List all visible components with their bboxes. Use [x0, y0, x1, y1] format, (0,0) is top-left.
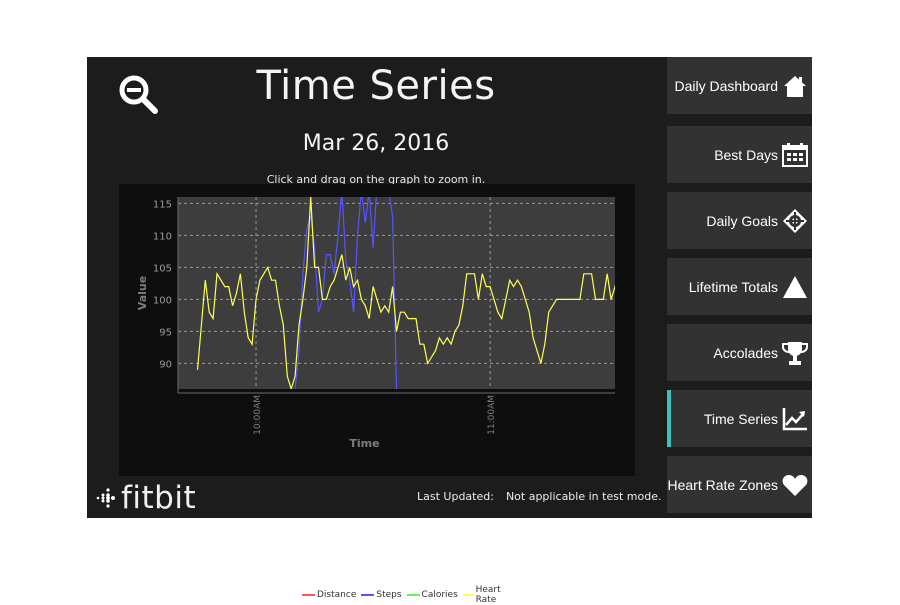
- x-tick-label: 11:00AM: [487, 395, 497, 435]
- y-tick-label: 115: [153, 199, 172, 210]
- nav-time-series[interactable]: Time Series: [667, 390, 812, 447]
- heart-icon: [782, 472, 808, 498]
- legend-swatch: [361, 593, 375, 596]
- legend-label: Distance: [317, 589, 357, 600]
- nav-best-days[interactable]: Best Days: [667, 126, 812, 183]
- time-series-chart[interactable]: 90 95 100 105 110 115 10:00AM 11:00AM Value Time …: [119, 184, 635, 605]
- x-axis-label: Time: [349, 437, 379, 450]
- nav-label: Daily Goals: [706, 212, 778, 229]
- legend-label: Calories: [421, 589, 458, 600]
- nav-label: Best Days: [714, 146, 778, 163]
- legend-label: Steps: [376, 589, 402, 600]
- last-updated-label: Last Updated:: [417, 490, 494, 503]
- y-tick-label: 95: [159, 327, 172, 338]
- plot-area: [178, 197, 615, 389]
- main-panel: Time Series Mar 26, 2016 Click and drag …: [87, 57, 665, 605]
- y-tick-label: 110: [153, 231, 172, 242]
- y-tick-label: 100: [153, 295, 172, 306]
- calendar-icon: [782, 142, 808, 168]
- nav-label: Lifetime Totals: [688, 278, 778, 295]
- trend-chart-icon: [782, 406, 808, 432]
- legend-swatch: [302, 593, 315, 596]
- nav-daily-goals[interactable]: Daily Goals: [667, 192, 812, 249]
- last-updated: Last Updated: Not applicable in test mode…: [417, 490, 661, 503]
- nav-lifetime-totals[interactable]: Lifetime Totals: [667, 258, 812, 315]
- legend-swatch: [462, 593, 474, 596]
- x-tick-label: 10:00AM: [253, 395, 263, 435]
- chart-canvas[interactable]: 90 95 100 105 110 115 10:00AM 11:00AM Value Time: [119, 184, 635, 476]
- logo-text: fitbit: [121, 480, 197, 516]
- y-axis-label: Value: [136, 276, 149, 310]
- legend-item: Distance: [302, 590, 356, 600]
- legend-item: Heart Rate: [462, 584, 516, 605]
- nav-label: Heart Rate Zones: [667, 476, 779, 493]
- legend-item: Steps: [361, 589, 402, 600]
- nav-label: Daily Dashboard: [674, 77, 779, 94]
- chart-legend: Distance Steps Calories Heart Rate: [302, 584, 516, 605]
- app-window: Time Series Mar 26, 2016 Click and drag …: [87, 57, 812, 605]
- nav-label: Accolades: [713, 344, 778, 361]
- home-icon: [782, 73, 808, 99]
- sidebar-nav: Daily Dashboard Best Days Daily Goals Li…: [667, 57, 812, 518]
- trophy-icon: [782, 340, 808, 366]
- nav-heart-rate-zones[interactable]: Heart Rate Zones: [667, 456, 812, 513]
- last-updated-value: Not applicable in test mode.: [505, 490, 662, 503]
- fitbit-logo: fitbit: [93, 480, 197, 516]
- triangle-icon: [782, 274, 808, 300]
- y-tick-label: 90: [159, 359, 172, 370]
- target-icon: [782, 208, 808, 234]
- legend-swatch: [406, 593, 420, 596]
- legend-label: Heart Rate: [475, 584, 501, 605]
- nav-accolades[interactable]: Accolades: [667, 324, 812, 381]
- legend-item: Calories: [406, 589, 458, 600]
- y-tick-label: 105: [153, 263, 172, 274]
- nav-label: Time Series: [703, 410, 778, 427]
- page-title: Time Series: [256, 63, 496, 109]
- fitbit-dots-icon: [96, 488, 115, 508]
- date-label: Mar 26, 2016: [302, 131, 450, 156]
- nav-daily-dashboard[interactable]: Daily Dashboard: [667, 57, 812, 114]
